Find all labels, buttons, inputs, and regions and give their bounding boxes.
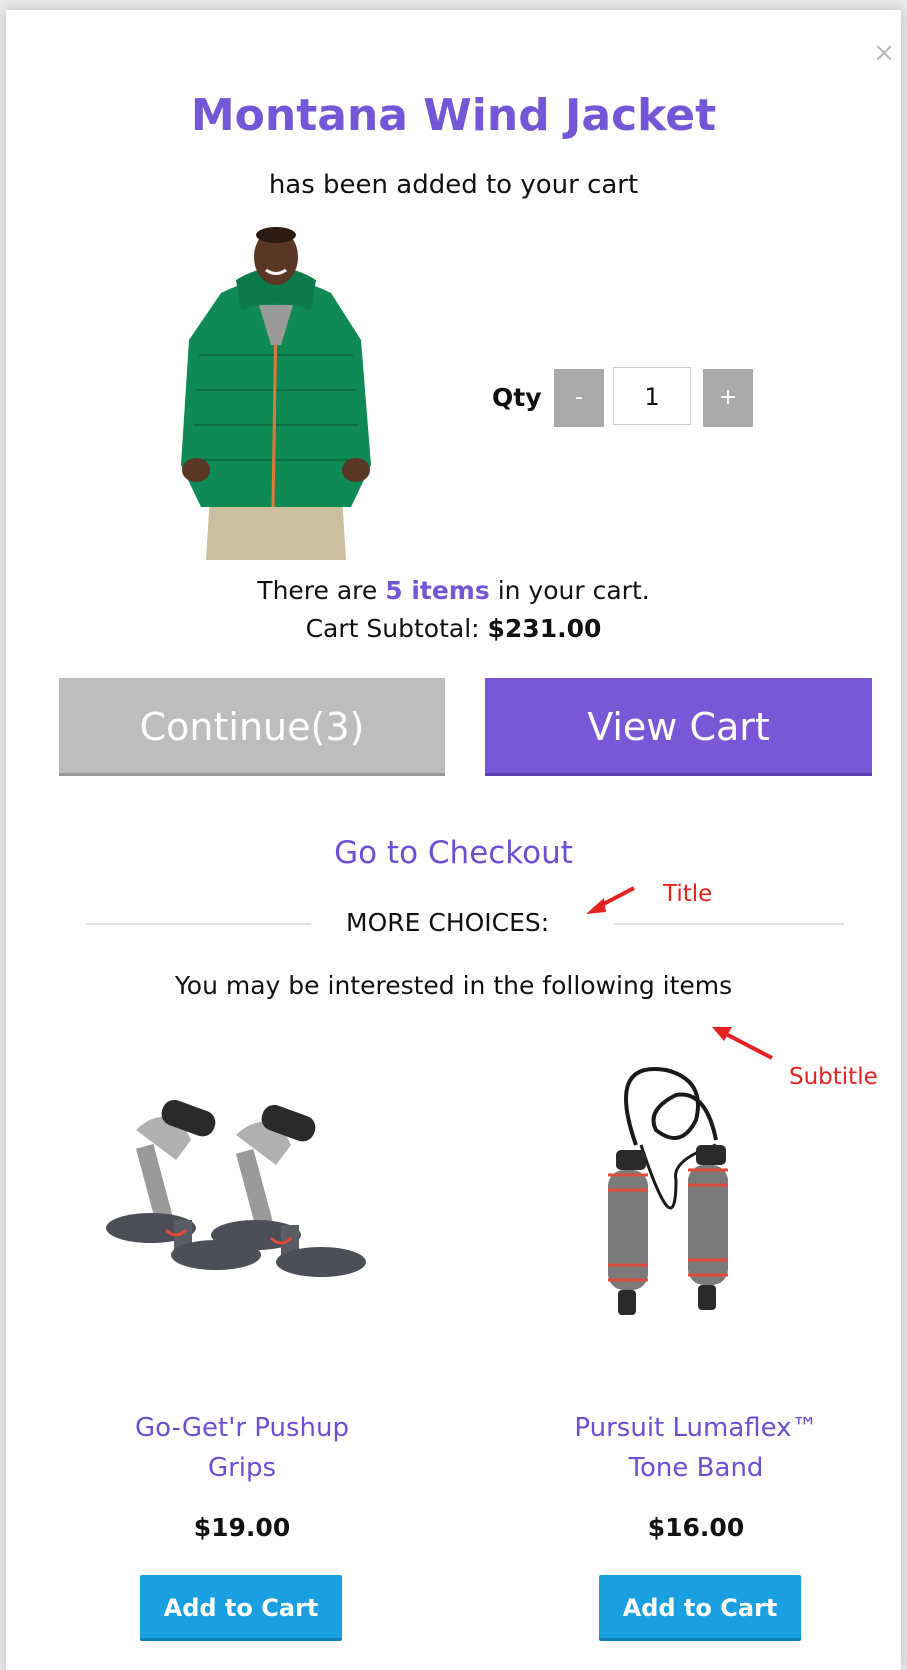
add-to-cart-button[interactable]: Add to Cart <box>140 1575 342 1641</box>
arrow-icon <box>586 886 635 914</box>
annotation-title: Title <box>663 881 713 907</box>
product-image[interactable] <box>106 1050 376 1320</box>
add-to-cart-popup: × Montana Wind Jacket has been added to … <box>6 10 901 1670</box>
recommendation-name-line[interactable]: Grips <box>92 1448 392 1488</box>
more-choices-subtitle: You may be interested in the following i… <box>174 971 733 1000</box>
recommendation-name-line[interactable]: Go-Get'r Pushup <box>92 1408 392 1448</box>
recommendation-price: $19.00 <box>193 1513 291 1542</box>
recommendation-price: $16.00 <box>647 1513 745 1542</box>
product-image[interactable] <box>556 1050 826 1320</box>
recommendation-name-line[interactable]: Tone Band <box>546 1448 846 1488</box>
add-to-cart-button[interactable]: Add to Cart <box>599 1575 801 1641</box>
recommendation-name[interactable]: Pursuit Lumaflex™ Tone Band <box>546 1408 846 1488</box>
recommendation-name[interactable]: Go-Get'r Pushup Grips <box>92 1408 392 1488</box>
recommendation-name-line[interactable]: Pursuit Lumaflex™ <box>546 1408 846 1448</box>
